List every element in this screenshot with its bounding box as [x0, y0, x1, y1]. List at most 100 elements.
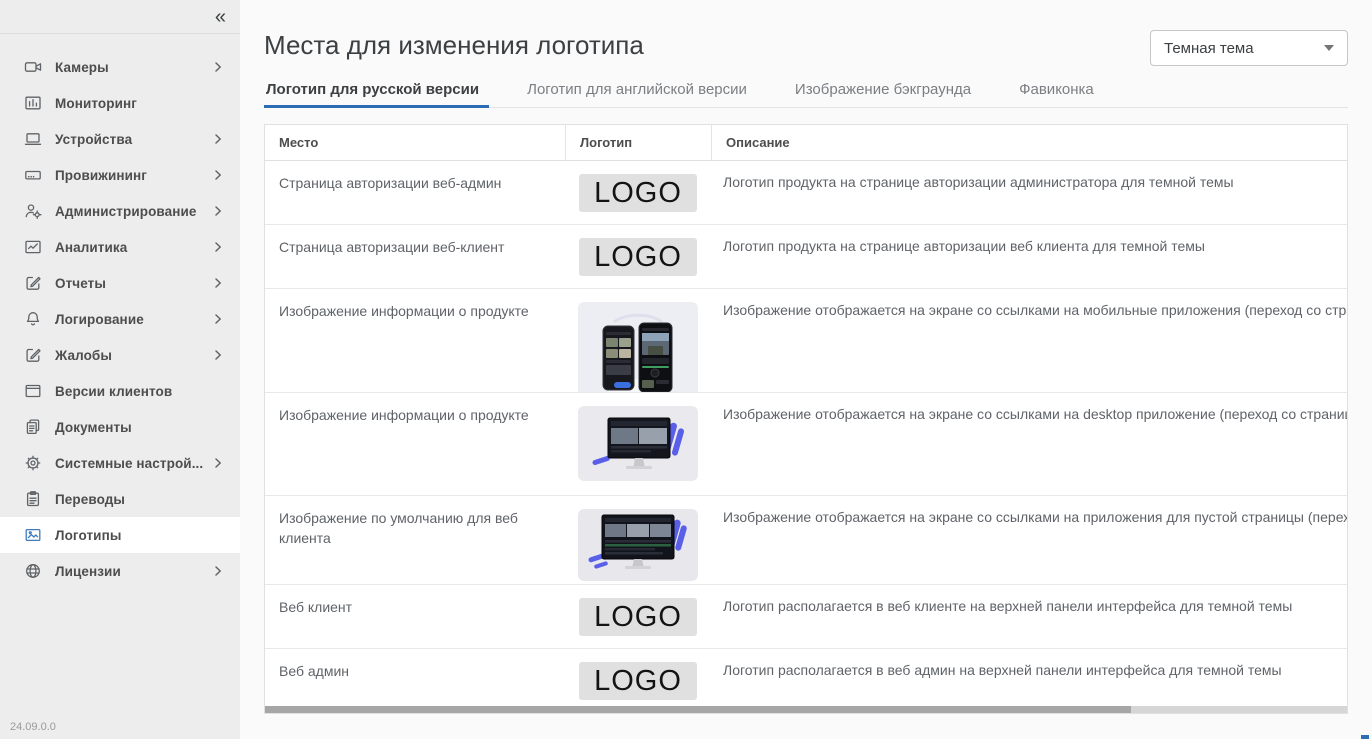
- cell-place: Изображение информации о продукте: [265, 393, 565, 495]
- gear-icon: [24, 454, 42, 472]
- collapse-sidebar-icon[interactable]: «: [215, 7, 226, 27]
- chevron-right-icon: [210, 455, 226, 471]
- cell-place: Изображение по умолчанию для веб клиента: [265, 496, 565, 584]
- column-header-description: Описание: [711, 125, 1347, 160]
- browser-window-icon: [24, 382, 42, 400]
- theme-select-value: Темная тема: [1164, 40, 1254, 57]
- chevron-right-icon: [210, 311, 226, 327]
- sidebar-item-label: Администрирование: [55, 204, 210, 219]
- laptop-icon: [24, 130, 42, 148]
- sidebar-item-4[interactable]: Администрирование: [0, 193, 240, 229]
- table-row[interactable]: Страница авторизации веб-клиент LOGO Логот…: [265, 225, 1347, 289]
- cell-description: Изображение отображается на экране со сс…: [711, 393, 1347, 495]
- sidebar-item-5[interactable]: Аналитика: [0, 229, 240, 265]
- app-version: 24.09.0.0: [10, 721, 56, 733]
- sidebar-item-2[interactable]: Устройства: [0, 121, 240, 157]
- sidebar-item-9[interactable]: Версии клиентов: [0, 373, 240, 409]
- cell-logo: LOGO: [565, 649, 711, 706]
- cell-logo: [565, 496, 711, 584]
- table-row[interactable]: Изображение информации о продуктеИзображ…: [265, 289, 1347, 393]
- analytics-graph-icon: [24, 238, 42, 256]
- table-row[interactable]: Страница авторизации веб-админLOGOЛоготи…: [265, 161, 1347, 225]
- tab-2[interactable]: Изображение бэкграунда: [793, 74, 981, 107]
- cell-place: Веб клиент: [265, 585, 565, 648]
- table-row[interactable]: Веб клиент LOGO Логотип располагается в ве…: [265, 585, 1347, 649]
- documents-stack-icon: [24, 418, 42, 436]
- sidebar-item-3[interactable]: Провижининг: [0, 157, 240, 193]
- logo-placeholder[interactable]: LOGO: [579, 598, 697, 636]
- sidebar-item-label: Переводы: [55, 492, 226, 507]
- sidebar-item-label: Отчеты: [55, 276, 210, 291]
- sidebar-item-label: Системные настрой...: [55, 456, 210, 471]
- sidebar-item-10[interactable]: Документы: [0, 409, 240, 445]
- chevron-right-icon: [210, 347, 226, 363]
- cell-logo: [565, 289, 711, 392]
- chevron-right-icon: [210, 167, 226, 183]
- tab-3[interactable]: Фавиконка: [1017, 74, 1104, 107]
- sidebar-item-label: Провижининг: [55, 168, 210, 183]
- logo-placeholder[interactable]: LOGO: [579, 174, 697, 212]
- logo-table: Место Логотип Описание Страница авториза…: [264, 124, 1348, 714]
- cell-place: Страница авторизации веб-админ: [265, 161, 565, 224]
- sidebar-item-label: Лицензии: [55, 564, 210, 579]
- sidebar: « Камеры Мониторинг Устройства Провижининг А…: [0, 0, 240, 739]
- horizontal-scrollbar-thumb[interactable]: [265, 706, 1131, 713]
- sidebar-item-14[interactable]: Лицензии: [0, 553, 240, 589]
- sidebar-item-label: Жалобы: [55, 348, 210, 363]
- sidebar-item-12[interactable]: Переводы: [0, 481, 240, 517]
- table-row[interactable]: Изображение информации о продукте Изображ…: [265, 393, 1347, 496]
- tab-0[interactable]: Логотип для русской версии: [264, 74, 489, 107]
- tab-1[interactable]: Логотип для английской версии: [525, 74, 757, 107]
- sidebar-item-7[interactable]: Логирование: [0, 301, 240, 337]
- table-row[interactable]: Изображение по умолчанию для веб клиента…: [265, 496, 1347, 585]
- chevron-right-icon: [210, 59, 226, 75]
- cell-place: Страница авторизации веб-клиент: [265, 225, 565, 288]
- cell-logo: [565, 393, 711, 495]
- product-info-desktop-image[interactable]: [578, 406, 698, 481]
- bell-icon: [24, 310, 42, 328]
- sidebar-item-1[interactable]: Мониторинг: [0, 85, 240, 121]
- chevron-right-icon: [210, 203, 226, 219]
- sidebar-item-label: Камеры: [55, 60, 210, 75]
- sidebar-item-label: Логотипы: [55, 528, 226, 543]
- sidebar-item-0[interactable]: Камеры: [0, 49, 240, 85]
- cell-description: Логотип располагается в веб клиенте на в…: [711, 585, 1347, 648]
- logo-placeholder[interactable]: LOGO: [579, 662, 697, 700]
- chevron-right-icon: [210, 239, 226, 255]
- sidebar-item-6[interactable]: Отчеты: [0, 265, 240, 301]
- sidebar-menu: Камеры Мониторинг Устройства Провижининг Адм…: [0, 34, 240, 589]
- cell-description: Изображение отображается на экране со сс…: [711, 289, 1347, 392]
- main-content: Места для изменения логотипа Темная тема…: [240, 0, 1372, 739]
- corner-fragment: [1361, 735, 1369, 739]
- edit-note-icon: [24, 274, 42, 292]
- table-header: Место Логотип Описание: [265, 125, 1347, 161]
- sidebar-header: «: [0, 0, 240, 34]
- logo-placeholder[interactable]: LOGO: [579, 238, 697, 276]
- monitoring-chart-icon: [24, 94, 42, 112]
- sidebar-item-label: Устройства: [55, 132, 210, 147]
- sidebar-item-11[interactable]: Системные настрой...: [0, 445, 240, 481]
- cell-description: Изображение отображается на экране со сс…: [711, 496, 1347, 584]
- image-icon: [24, 526, 42, 544]
- user-gear-icon: [24, 202, 42, 220]
- sidebar-item-label: Версии клиентов: [55, 384, 226, 399]
- chevron-right-icon: [210, 563, 226, 579]
- sidebar-item-13[interactable]: Логотипы: [0, 517, 240, 553]
- sidebar-item-label: Логирование: [55, 312, 210, 327]
- cell-description: Логотип продукта на странице авторизации…: [711, 225, 1347, 288]
- sidebar-item-label: Документы: [55, 420, 226, 435]
- cell-description: Логотип располагается в веб админ на вер…: [711, 649, 1347, 706]
- chevron-right-icon: [210, 131, 226, 147]
- column-header-place: Место: [265, 125, 565, 160]
- theme-select[interactable]: Темная тема: [1150, 30, 1348, 66]
- table-body: Страница авторизации веб-админ LOGO Логоти…: [265, 161, 1347, 706]
- horizontal-scrollbar[interactable]: [265, 706, 1347, 713]
- product-info-mobile-image[interactable]: [578, 302, 698, 393]
- sidebar-item-8[interactable]: Жалобы: [0, 337, 240, 373]
- chevron-down-icon: [1324, 45, 1334, 51]
- web-client-default-image[interactable]: [578, 509, 698, 581]
- globe-icon: [24, 562, 42, 580]
- table-row[interactable]: Веб админLOGOЛоготип располагается в веб…: [265, 649, 1347, 706]
- cell-logo: LOGO: [565, 585, 711, 648]
- sidebar-item-label: Аналитика: [55, 240, 210, 255]
